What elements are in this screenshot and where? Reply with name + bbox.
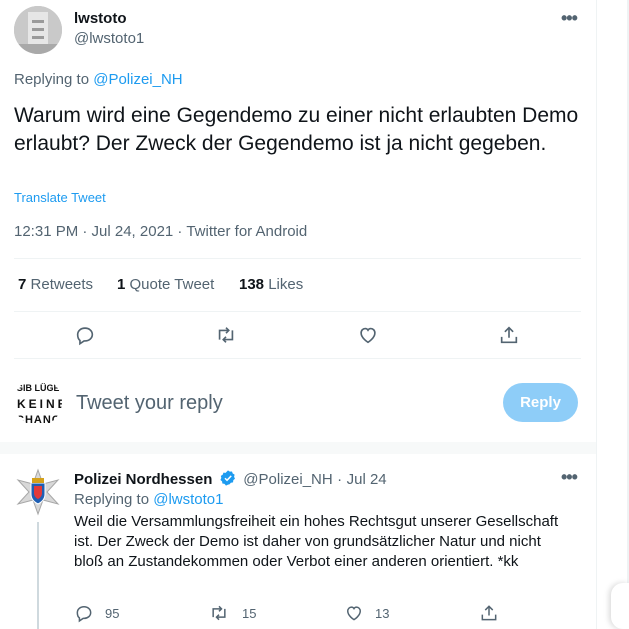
floating-panel-edge[interactable] xyxy=(611,583,629,629)
reply-text: Weil die Versammlungsfreiheit ein hohes … xyxy=(74,513,559,570)
author-avatar[interactable] xyxy=(14,6,62,54)
translate-link[interactable]: Translate Tweet xyxy=(14,190,106,205)
author-handle[interactable]: @lwstoto1 xyxy=(74,30,144,47)
likes-stat[interactable]: 138 Likes xyxy=(239,276,303,293)
like-icon[interactable] xyxy=(357,324,379,346)
reply-dot: · xyxy=(337,471,343,488)
author-name[interactable]: lwstoto xyxy=(74,10,127,27)
compose-avatar-line2: KEINE xyxy=(17,397,62,411)
reply-like-count: 13 xyxy=(375,606,390,621)
reply-input[interactable]: Tweet your reply xyxy=(76,392,223,415)
reply-more-icon[interactable]: ••• xyxy=(561,467,578,488)
reply-header: Polizei Nordhessen @Polizei_NH · Jul 24 xyxy=(74,469,387,492)
reply-author-handle[interactable]: @Polizei_NH xyxy=(243,471,332,488)
quotes-count: 1 xyxy=(117,276,126,293)
divider xyxy=(14,258,581,259)
reply-icon[interactable] xyxy=(74,324,96,346)
right-sidebar xyxy=(597,0,629,629)
reply-author-avatar[interactable] xyxy=(14,468,62,516)
replying-to: Replying to @Polizei_NH xyxy=(14,71,183,88)
likes-label: Likes xyxy=(268,276,304,293)
quotes-stat[interactable]: 1 Quote Tweet xyxy=(117,276,214,293)
reply-share-icon[interactable] xyxy=(479,603,499,623)
retweets-label: Retweets xyxy=(30,276,94,293)
divider xyxy=(14,311,581,312)
reply-replying-to-link[interactable]: @lwstoto1 xyxy=(153,491,223,508)
likes-count: 138 xyxy=(239,276,265,293)
retweets-stat[interactable]: 7 Retweets xyxy=(18,276,93,293)
quotes-label: Quote Tweet xyxy=(129,276,215,293)
reply-like-icon[interactable] xyxy=(344,603,364,623)
reply-button[interactable]: Reply xyxy=(503,383,578,422)
replying-to-prefix: Replying to xyxy=(14,71,90,88)
compose-avatar-line1: GIB LÜGEN xyxy=(16,383,62,393)
thread-line xyxy=(37,522,39,629)
reply-retweet-count: 15 xyxy=(242,606,257,621)
reply-author-name[interactable]: Polizei Nordhessen xyxy=(74,471,212,488)
section-separator xyxy=(0,442,596,454)
main-column: lwstoto @lwstoto1 ••• Replying to @Poliz… xyxy=(0,0,596,629)
share-icon[interactable] xyxy=(498,324,520,346)
divider xyxy=(14,358,581,359)
verified-icon xyxy=(219,469,237,492)
reply-reply-icon[interactable] xyxy=(74,603,94,623)
compose-avatar[interactable]: GIB LÜGEN KEINE CHANCE xyxy=(14,378,62,426)
retweet-icon[interactable] xyxy=(215,324,237,346)
replying-to-link[interactable]: @Polizei_NH xyxy=(93,71,182,88)
compose-avatar-line3: CHANCE xyxy=(16,414,62,426)
tweet-timestamp[interactable]: 12:31 PM · Jul 24, 2021 · Twitter for An… xyxy=(14,223,307,240)
reply-replying-to-prefix: Replying to xyxy=(74,491,150,508)
reply-reply-count: 95 xyxy=(105,606,120,621)
reply-retweet-icon[interactable] xyxy=(209,603,229,623)
tweet-text: Warum wird eine Gegendemo zu einer nicht… xyxy=(14,104,579,155)
more-icon[interactable]: ••• xyxy=(561,8,578,29)
reply-replying-to: Replying to @lwstoto1 xyxy=(74,491,223,508)
reply-date[interactable]: Jul 24 xyxy=(347,471,387,488)
retweets-count: 7 xyxy=(18,276,27,293)
